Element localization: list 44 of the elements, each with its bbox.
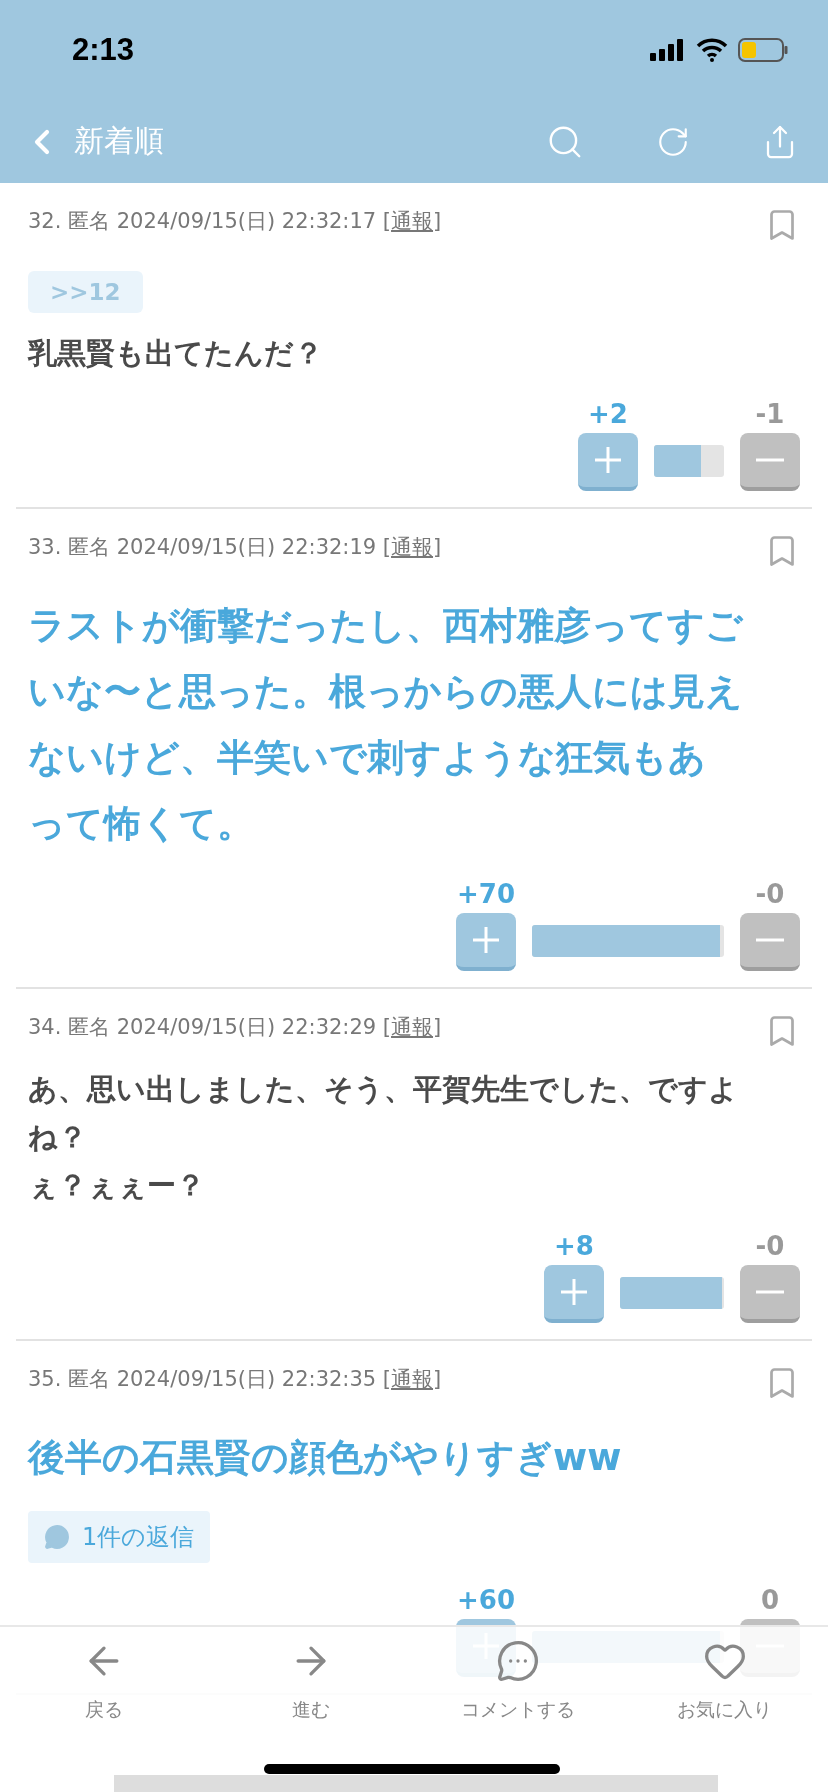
downvote-count: -0 — [755, 1231, 785, 1261]
upvote-button[interactable] — [578, 433, 638, 491]
wifi-icon — [696, 38, 728, 62]
comment-text: あ、思い出しました、そう、平賀先生でした、ですよね？ ぇ？ぇぇー？ — [28, 1071, 739, 1204]
report-link[interactable]: 通報 — [391, 1015, 434, 1039]
post-meta: 32. 匿名 2024/09/15(日) 22:32:17 [通報] — [28, 208, 442, 235]
downvote-button[interactable] — [740, 913, 800, 971]
downvote-button[interactable] — [740, 433, 800, 491]
comment-text: 乳黒賢も出てたんだ？ — [28, 335, 324, 372]
upvote-count: +60 — [457, 1585, 515, 1615]
toolbar-item[interactable]: 進む — [207, 1627, 414, 1767]
signal-icon — [650, 39, 686, 61]
toolbar-item[interactable]: コメントする — [414, 1627, 621, 1767]
upvote-count: +70 — [457, 879, 515, 909]
sort-title: 新着順 — [74, 122, 165, 160]
downvote-count: -1 — [755, 399, 785, 429]
upvote-count: +2 — [588, 399, 628, 429]
upvote-button[interactable] — [544, 1265, 604, 1323]
replies-button[interactable]: 1件の返信 — [28, 1511, 211, 1563]
plus-icon — [471, 925, 501, 955]
downvote-count: 0 — [760, 1585, 780, 1615]
upvote-button[interactable] — [456, 913, 516, 971]
report-link[interactable]: 通報 — [391, 209, 434, 233]
report-link[interactable]: 通報 — [391, 535, 434, 559]
downvote-button[interactable] — [740, 1265, 800, 1323]
chat-bubble-icon — [495, 1639, 540, 1683]
report-link[interactable]: 通報 — [391, 1367, 434, 1391]
comment-text: 後半の石黒賢の顔色がやりすぎww — [28, 1435, 623, 1481]
battery-icon — [738, 37, 788, 63]
toolbar-item[interactable]: 戻る — [0, 1627, 207, 1767]
status-time: 2:13 — [72, 32, 135, 68]
post-meta: 34. 匿名 2024/09/15(日) 22:32:29 [通報] — [28, 1014, 442, 1041]
toolbar-item[interactable]: お気に入り — [621, 1627, 828, 1767]
minus-icon — [755, 458, 785, 462]
plus-icon — [559, 1277, 589, 1307]
upvote-count: +8 — [554, 1231, 594, 1261]
plus-icon — [593, 445, 623, 475]
comment-text: ラストが衝撃だったし、西村雅彦ってすごいな〜と思った。根っからの悪人には見えないけど、半笑いで刺すような狂気もあって怖くて。 — [28, 603, 743, 847]
speech-bubble-icon — [44, 1524, 70, 1550]
minus-icon — [755, 1290, 785, 1294]
post-meta: 33. 匿名 2024/09/15(日) 22:32:19 [通報] — [28, 534, 442, 561]
downvote-count: -0 — [755, 879, 785, 909]
minus-icon — [755, 938, 785, 942]
post-meta: 35. 匿名 2024/09/15(日) 22:32:35 [通報] — [28, 1366, 442, 1393]
